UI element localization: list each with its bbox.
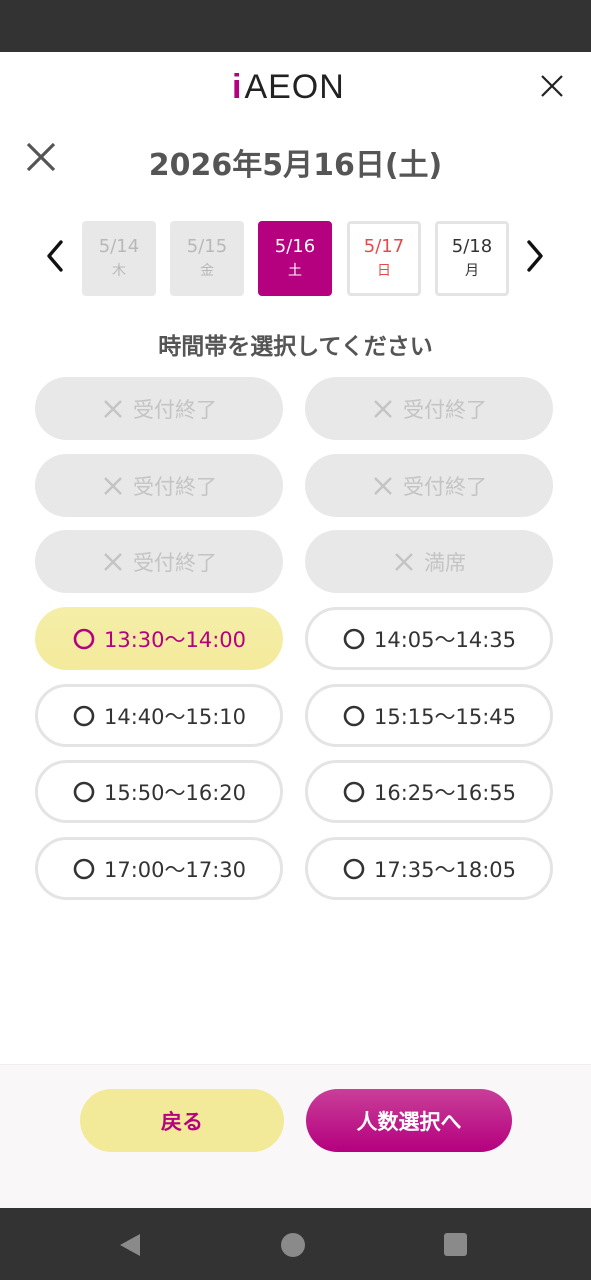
weekday-label: 木: [112, 262, 126, 279]
back-button[interactable]: 戻る: [80, 1089, 284, 1152]
circle-icon: [73, 858, 95, 879]
date-tab-5-18[interactable]: 5/18 月: [435, 221, 509, 296]
date-label: 5/18: [451, 235, 493, 257]
x-icon: [374, 476, 392, 495]
time-slot[interactable]: 14:05〜14:35: [305, 607, 553, 670]
slot-label: 14:40〜15:10: [103, 704, 247, 729]
time-slot[interactable]: 14:40〜15:10: [35, 684, 283, 747]
date-tab-5-16[interactable]: 5/16 土: [258, 221, 332, 296]
slot-label: 15:50〜16:20: [103, 780, 247, 805]
x-icon: [104, 399, 122, 418]
time-slot: 受付終了: [35, 454, 283, 517]
instruction-text: 時間帯を選択してください: [158, 334, 433, 360]
circle-icon: [343, 705, 365, 726]
x-icon: [104, 476, 122, 495]
weekday-label: 月: [465, 262, 479, 279]
date-tab-5-15: 5/15 金: [170, 221, 244, 296]
circle-icon: [343, 781, 365, 802]
system-nav-bar: [0, 1208, 591, 1280]
app-header: i AEON: [0, 52, 591, 118]
page-title: 2026年5月16日(土): [148, 148, 443, 183]
date-tab-5-17[interactable]: 5/17 日: [347, 221, 421, 296]
slot-label: 13:30〜14:00: [103, 627, 247, 652]
slot-label: 受付終了: [403, 397, 487, 422]
recents-nav-icon[interactable]: [444, 1233, 467, 1256]
circle-icon: [73, 705, 95, 726]
slot-label: 14:05〜14:35: [373, 627, 517, 652]
slot-label: 満席: [424, 550, 466, 575]
weekday-label: 日: [377, 262, 391, 279]
slot-label: 17:35〜18:05: [373, 857, 517, 882]
time-slot: 受付終了: [305, 454, 553, 517]
logo-i: i: [232, 68, 243, 106]
time-slot: 受付終了: [305, 377, 553, 440]
status-bar: [0, 0, 591, 52]
slot-label: 16:25〜16:55: [373, 780, 517, 805]
home-nav-icon[interactable]: [280, 1232, 306, 1258]
logo-text: AEON: [244, 68, 345, 106]
slot-label: 17:00〜17:30: [103, 857, 247, 882]
time-slot[interactable]: 16:25〜16:55: [305, 760, 553, 823]
time-slot[interactable]: 15:50〜16:20: [35, 760, 283, 823]
circle-icon: [73, 781, 95, 802]
chevron-left-icon[interactable]: [42, 238, 68, 274]
date-label: 5/16: [274, 235, 316, 257]
slot-label: 受付終了: [133, 550, 217, 575]
slot-label: 受付終了: [133, 397, 217, 422]
slot-label: 15:15〜15:45: [373, 704, 517, 729]
chevron-right-icon[interactable]: [522, 238, 548, 274]
circle-icon: [343, 628, 365, 649]
date-label: 5/14: [98, 235, 140, 257]
time-slot[interactable]: 17:00〜17:30: [35, 837, 283, 900]
x-icon: [374, 399, 392, 418]
slot-label: 受付終了: [403, 474, 487, 499]
date-label: 5/15: [186, 235, 228, 257]
weekday-label: 金: [200, 262, 214, 279]
x-icon: [104, 552, 122, 571]
close-icon[interactable]: [536, 70, 568, 102]
time-slot[interactable]: 17:35〜18:05: [305, 837, 553, 900]
circle-icon: [73, 628, 95, 649]
time-slot: 受付終了: [35, 530, 283, 593]
back-nav-icon[interactable]: [118, 1232, 142, 1258]
date-tab-5-14: 5/14 木: [82, 221, 156, 296]
slot-label: 受付終了: [133, 474, 217, 499]
aeon-logo: i AEON: [232, 68, 345, 108]
next-button[interactable]: 人数選択へ: [306, 1089, 512, 1152]
time-slot: 満席: [305, 530, 553, 593]
circle-icon: [343, 858, 365, 879]
time-slot[interactable]: 15:15〜15:45: [305, 684, 553, 747]
weekday-label: 土: [288, 262, 302, 279]
time-slot: 受付終了: [35, 377, 283, 440]
date-label: 5/17: [363, 235, 405, 257]
x-icon: [395, 552, 413, 571]
time-slot-selected[interactable]: 13:30〜14:00: [35, 607, 283, 670]
